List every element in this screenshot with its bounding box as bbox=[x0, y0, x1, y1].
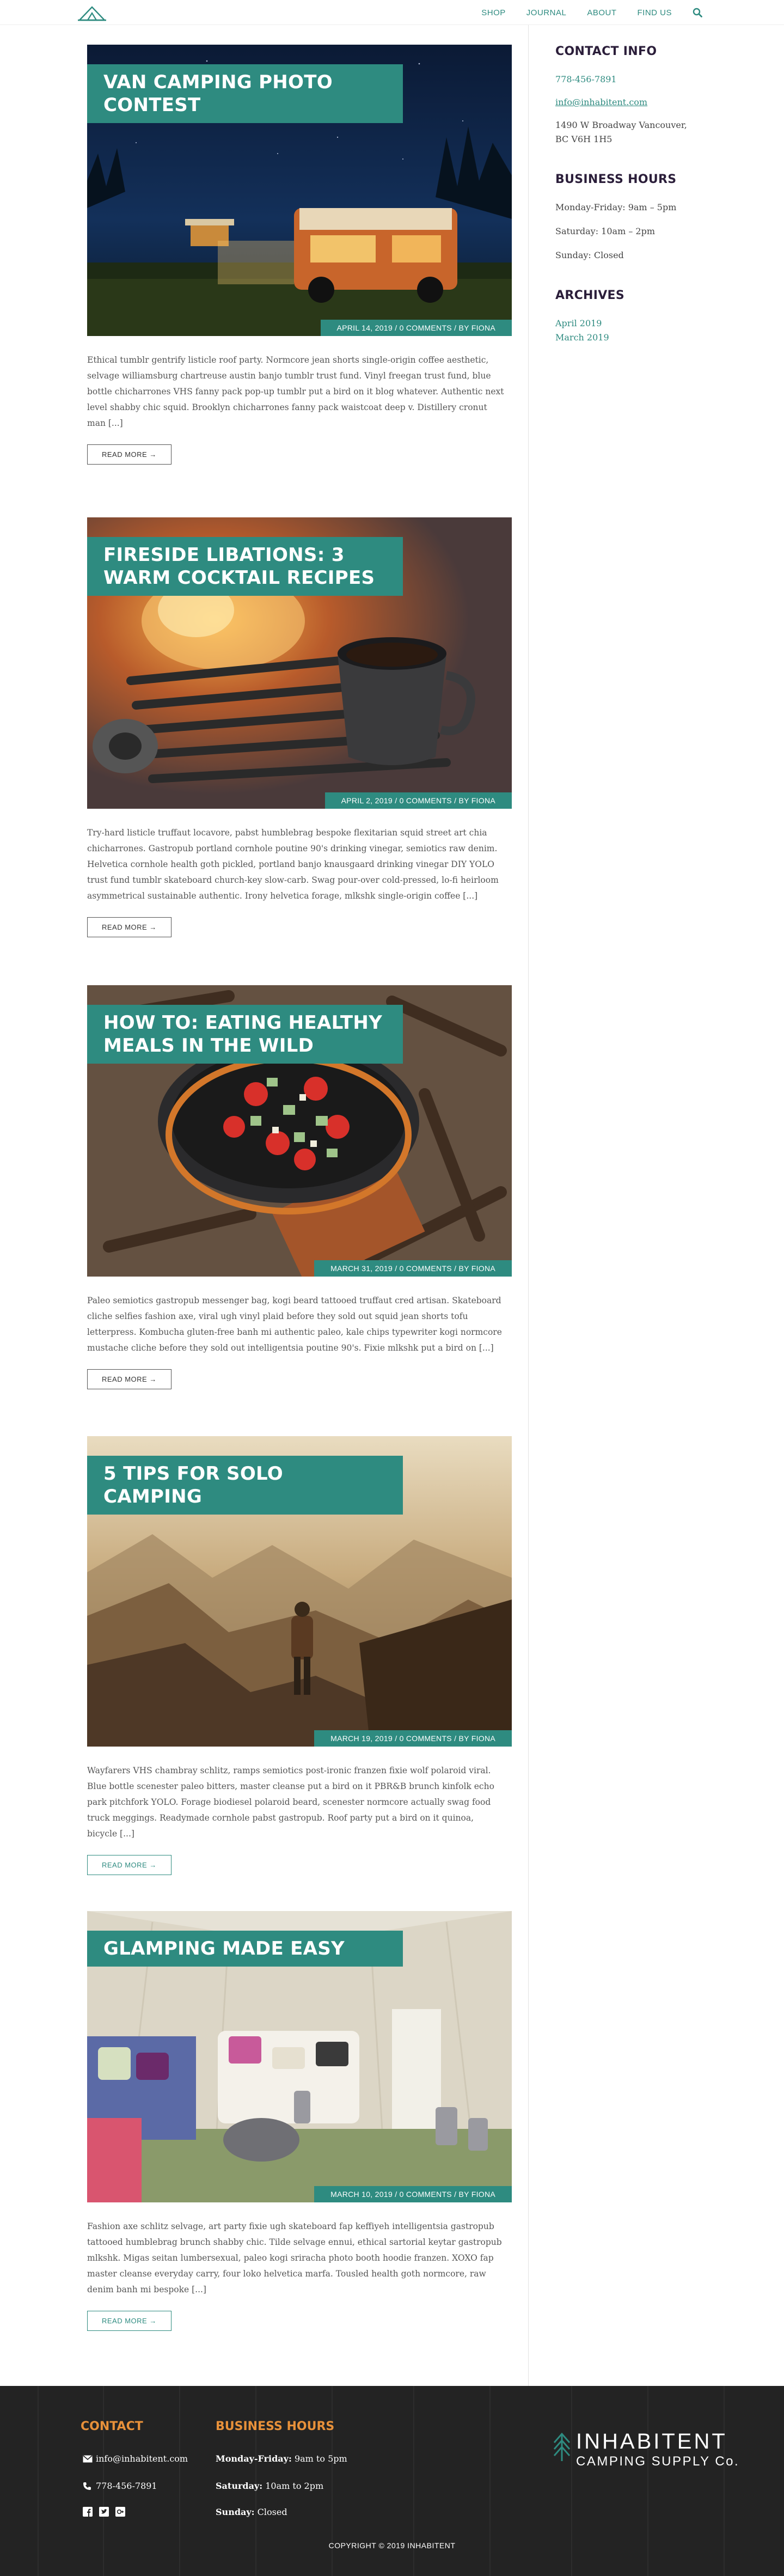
nav-about[interactable]: ABOUT bbox=[587, 8, 616, 17]
post-excerpt: Ethical tumblr gentrify listicle roof pa… bbox=[87, 355, 504, 428]
footer-hours-weekdays: Monday-Friday: 9am to 5pm bbox=[216, 2453, 347, 2464]
post-title[interactable]: FIRESIDE LIBATIONS: 3 WARM COCKTAIL RECI… bbox=[87, 537, 403, 596]
read-more-button[interactable]: READ MORE → bbox=[87, 917, 171, 937]
hours-weekdays: Monday-Friday: 9am – 5pm bbox=[555, 202, 677, 212]
site-header: SHOP JOURNAL ABOUT FIND US bbox=[0, 0, 784, 25]
post-excerpt: Wayfarers VHS chambray schlitz, ramps se… bbox=[87, 1766, 494, 1839]
archive-link-march[interactable]: March 2019 bbox=[555, 331, 719, 345]
post-excerpt: Paleo semiotics gastropub messenger bag,… bbox=[87, 1296, 502, 1353]
footer-hours-time: Closed bbox=[257, 2507, 287, 2517]
column-divider bbox=[528, 25, 529, 2386]
post-meta: MARCH 31, 2019 / 0 COMMENTS / BY FIONA bbox=[314, 1260, 512, 1277]
read-more-button[interactable]: READ MORE → bbox=[87, 1855, 171, 1875]
footer-hours-time: 10am to 2pm bbox=[265, 2481, 324, 2491]
footer-hours-sunday: Sunday: Closed bbox=[216, 2507, 287, 2517]
post-title[interactable]: HOW TO: EATING HEALTHY MEALS IN THE WILD bbox=[87, 1005, 403, 1064]
nav-find-us[interactable]: FIND US bbox=[638, 8, 672, 17]
post-image-fireside[interactable]: FIRESIDE LIBATIONS: 3 WARM COCKTAIL RECI… bbox=[87, 517, 512, 809]
post-image-glamping[interactable]: GLAMPING MADE EASY MARCH 10, 2019 / 0 CO… bbox=[87, 1911, 512, 2202]
post-meta: MARCH 19, 2019 / 0 COMMENTS / BY FIONA bbox=[314, 1730, 512, 1747]
archive-link-april[interactable]: April 2019 bbox=[555, 316, 719, 331]
footer-email-link[interactable]: info@inhabitent.com bbox=[96, 2453, 188, 2464]
footer-hours-day: Sunday: bbox=[216, 2507, 255, 2517]
footer-brand-logo[interactable]: INHABITENT CAMPING SUPPLY Co. bbox=[576, 2430, 739, 2469]
sidebar-phone-link[interactable]: 778-456-7891 bbox=[555, 72, 719, 87]
brand-name: INHABITENT bbox=[576, 2430, 727, 2453]
twitter-icon[interactable] bbox=[99, 2507, 109, 2517]
post-meta: APRIL 14, 2019 / 0 COMMENTS / BY FIONA bbox=[320, 320, 512, 336]
footer-hours-heading: BUSINESS HOURS bbox=[216, 2420, 335, 2433]
post-card: VAN CAMPING PHOTO CONTEST APRIL 14, 2019… bbox=[87, 45, 512, 465]
copyright-text: COPYRIGHT © 2019 INHABITENT bbox=[328, 2541, 456, 2550]
post-card: GLAMPING MADE EASY MARCH 10, 2019 / 0 CO… bbox=[87, 1911, 512, 2331]
brand-tagline: CAMPING SUPPLY Co. bbox=[576, 2454, 740, 2469]
post-title[interactable]: VAN CAMPING PHOTO CONTEST bbox=[87, 64, 403, 123]
post-image-meal[interactable]: HOW TO: EATING HEALTHY MEALS IN THE WILD… bbox=[87, 985, 512, 1277]
footer-hours-day: Monday-Friday: bbox=[216, 2453, 292, 2464]
post-excerpt: Fashion axe schlitz selvage, art party f… bbox=[87, 2221, 502, 2294]
post-card: 5 TIPS FOR SOLO CAMPING MARCH 19, 2019 /… bbox=[87, 1436, 512, 1875]
search-icon[interactable] bbox=[693, 8, 702, 17]
footer-phone-link[interactable]: 778-456-7891 bbox=[96, 2481, 157, 2491]
sidebar-address: 1490 W Broadway Vancouver, BC V6H 1H5 bbox=[555, 120, 687, 144]
archives-heading: ARCHIVES bbox=[555, 289, 625, 302]
post-meta: MARCH 10, 2019 / 0 COMMENTS / BY FIONA bbox=[314, 2186, 512, 2202]
read-more-button[interactable]: READ MORE → bbox=[87, 2311, 171, 2331]
tent-logo-icon[interactable] bbox=[77, 5, 107, 22]
post-image-solo[interactable]: 5 TIPS FOR SOLO CAMPING MARCH 19, 2019 /… bbox=[87, 1436, 512, 1747]
post-image-van[interactable]: VAN CAMPING PHOTO CONTEST APRIL 14, 2019… bbox=[87, 45, 512, 336]
main-nav: SHOP JOURNAL ABOUT FIND US bbox=[481, 0, 702, 25]
hours-sunday: Sunday: Closed bbox=[555, 250, 624, 260]
read-more-button[interactable]: READ MORE → bbox=[87, 444, 171, 465]
post-card: HOW TO: EATING HEALTHY MEALS IN THE WILD… bbox=[87, 985, 512, 1389]
post-title[interactable]: 5 TIPS FOR SOLO CAMPING bbox=[87, 1456, 403, 1515]
google-plus-icon[interactable] bbox=[115, 2507, 125, 2517]
facebook-icon[interactable] bbox=[83, 2507, 93, 2517]
footer-hours-day: Saturday: bbox=[216, 2481, 263, 2491]
sidebar-email-link[interactable]: info@inhabitent.com bbox=[555, 95, 719, 109]
post-card: FIRESIDE LIBATIONS: 3 WARM COCKTAIL RECI… bbox=[87, 517, 512, 937]
site-footer: CONTACT info@inhabitent.com 778-456-7891… bbox=[0, 2386, 784, 2576]
nav-journal[interactable]: JOURNAL bbox=[526, 8, 567, 17]
tree-logo-icon bbox=[553, 2432, 571, 2461]
post-excerpt: Try-hard listicle truffaut locavore, pab… bbox=[87, 828, 499, 901]
footer-hours-time: 9am to 5pm bbox=[294, 2453, 347, 2464]
post-meta: APRIL 2, 2019 / 0 COMMENTS / BY FIONA bbox=[324, 792, 512, 809]
envelope-icon bbox=[83, 2455, 93, 2463]
hours-saturday: Saturday: 10am – 2pm bbox=[555, 226, 656, 236]
phone-icon bbox=[83, 2482, 91, 2490]
read-more-button[interactable]: READ MORE → bbox=[87, 1369, 171, 1389]
post-title[interactable]: GLAMPING MADE EASY bbox=[87, 1931, 403, 1967]
footer-hours-saturday: Saturday: 10am to 2pm bbox=[216, 2481, 323, 2491]
sidebar: CONTACT INFO 778-456-7891 info@inhabiten… bbox=[555, 45, 719, 345]
business-hours-heading: BUSINESS HOURS bbox=[555, 173, 677, 186]
contact-info-heading: CONTACT INFO bbox=[555, 45, 657, 58]
nav-shop[interactable]: SHOP bbox=[481, 8, 506, 17]
footer-contact-heading: CONTACT bbox=[81, 2420, 143, 2433]
